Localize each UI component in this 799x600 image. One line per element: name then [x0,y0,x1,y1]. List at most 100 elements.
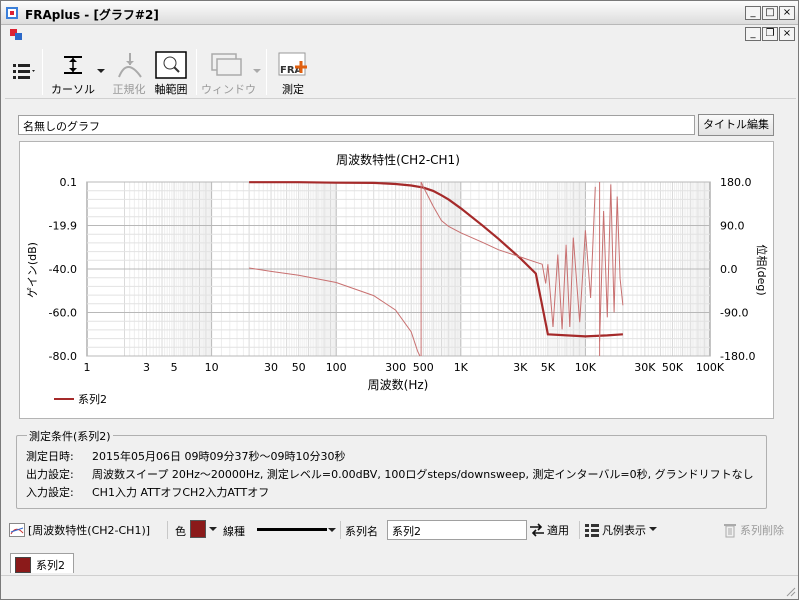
list-icon [13,64,35,79]
chevron-down-icon [253,69,261,73]
toolbar: カーソル 正規化 軸範囲 ウィンドウ FRA 測定 [5,45,796,99]
axis-range-label: 軸範囲 [154,83,188,96]
linetype-sample [257,528,327,531]
cursor-button[interactable]: カーソル [47,45,99,99]
x-tick-label: 10 [205,361,219,374]
series-name-label: 系列名 [345,525,378,538]
legend-series-label: 系列2 [78,392,107,406]
normalize-button[interactable]: 正規化 [109,45,149,99]
cursor-label: カーソル [51,83,95,96]
date-label: 測定日時: [26,450,74,463]
x-tick-label: 300 [385,361,406,374]
child-close-button[interactable]: × [779,27,795,41]
date-row: 測定日時: 2015年05月06日 09時09分37秒～09時10分30秒 [26,448,345,464]
trash-icon [724,524,736,538]
legend-toggle-label: 凡例表示 [602,524,646,537]
y-axis-ticks: 0.1 -19.9 -40.0 -60.0 -80.0 [49,176,77,363]
status-bar [1,575,798,599]
y-tick-label: 0.1 [60,176,78,189]
series-toolbar: [周波数特性(CH2-CH1)] 色 線種 系列名 系列2 適用 凡例表示 系列… [5,517,796,543]
y2-tick-label: 90.0 [720,220,745,233]
app-icon [6,7,18,19]
list-menu-button[interactable] [9,45,41,99]
legend-icon [585,524,599,537]
axis-range-icon [155,51,187,79]
swap-arrows-icon [530,523,544,537]
x-axis-label: 周波数(Hz) [368,377,429,392]
x-tick-label: 30 [264,361,278,374]
tab-series2[interactable]: 系列2 [10,553,74,573]
output-value: 周波数スイープ 20Hz～20000Hz, 測定レベル=0.00dBV, 100… [92,468,754,481]
minimize-button[interactable]: _ [745,6,761,20]
x-tick-label: 5 [171,361,178,374]
chart-panel: 周波数特性(CH2-CH1) 1 3 5 10 30 50 100 300 500 1K 3K 5K 1… [19,141,774,419]
child-window-icon [10,29,22,40]
graph-select-button[interactable]: [周波数特性(CH2-CH1)] [9,520,150,540]
x-tick-label: 5K [541,361,556,374]
linetype-select[interactable] [255,520,339,540]
x-tick-label: 500 [413,361,434,374]
y-tick-label: -40.0 [49,263,77,276]
graph-select-label: [周波数特性(CH2-CH1)] [28,524,151,537]
mdi-bar: _ ❐ × [1,25,798,43]
apply-button[interactable]: 適用 [529,520,569,540]
input-label: 入力設定: [26,486,74,499]
date-value: 2015年05月06日 09時09分37秒～09時10分30秒 [92,450,346,463]
measure-button[interactable]: FRA 測定 [271,45,315,99]
window-title: FRAplus - [グラフ#2] [25,8,159,22]
color-label: 色 [175,525,186,538]
title-edit-button[interactable]: タイトル編集 [698,114,774,136]
child-minimize-button[interactable]: _ [745,27,761,41]
cursor-dropdown[interactable] [97,45,107,99]
y2-tick-label: -90.0 [720,307,748,320]
legend-toggle-button[interactable]: 凡例表示 [585,520,657,540]
normalize-icon [118,53,142,78]
x-tick-label: 1K [454,361,469,374]
tab-label: 系列2 [36,559,65,572]
input-value: CH1入力 ATTオフCH2入力ATTオフ [92,486,270,499]
chart-icon [9,523,25,537]
x-tick-label: 10K [575,361,597,374]
color-picker-button[interactable] [190,520,206,538]
tab-color-swatch [15,557,31,573]
window-dropdown[interactable] [253,45,263,99]
resize-grip-icon[interactable] [784,585,796,597]
window-icon [211,53,242,76]
x-tick-label: 100 [326,361,347,374]
chevron-down-icon [97,69,105,73]
child-restore-button[interactable]: ❐ [762,27,778,41]
linetype-label: 線種 [223,525,245,538]
y-tick-label: -60.0 [49,307,77,320]
output-row: 出力設定: 周波数スイープ 20Hz～20000Hz, 測定レベル=0.00dBV… [26,466,754,482]
delete-series-button[interactable]: 系列削除 [723,520,784,540]
y-tick-label: -19.9 [49,219,77,232]
cursor-icon [64,56,82,74]
y2-tick-label: 180.0 [720,176,752,189]
frequency-response-chart[interactable]: 周波数特性(CH2-CH1) 1 3 5 10 30 50 100 300 500 1K 3K 5K 1… [20,142,773,418]
y-tick-label: -80.0 [49,350,77,363]
x-tick-label: 30K [634,361,656,374]
normalize-label: 正規化 [112,83,146,96]
axis-range-button[interactable]: 軸範囲 [151,45,191,99]
y2-tick-label: 0.0 [720,263,738,276]
maximize-button[interactable]: □ [762,6,778,20]
x-axis-ticks: 1 3 5 10 30 50 100 300 500 1K 3K 5K 10K 30K 50K 100K [84,361,725,374]
window-button[interactable]: ウィンドウ [201,45,256,99]
x-tick-label: 3 [143,361,150,374]
series-name-input[interactable]: 系列2 [387,520,527,540]
y2-tick-label: -180.0 [720,350,755,363]
close-button[interactable]: × [779,6,795,20]
x-tick-label: 50 [292,361,306,374]
measurement-conditions: 測定条件(系列2) 測定日時: 2015年05月06日 09時09分37秒～09時… [16,428,767,509]
y-axis-label: ゲイン(dB) [26,242,39,298]
measure-label: 測定 [282,83,304,96]
window-label: ウィンドウ [201,83,256,96]
output-label: 出力設定: [26,468,74,481]
graph-name-field[interactable]: 名無しのグラフ [18,115,695,135]
chevron-down-icon [649,527,657,531]
x-tick-label: 3K [513,361,528,374]
y2-axis-ticks: 180.0 90.0 0.0 -90.0 -180.0 [720,176,755,363]
y2-axis-label: 位相(deg) [755,244,769,295]
conditions-legend: 測定条件(系列2) [27,428,113,444]
chevron-down-icon[interactable] [209,527,217,533]
